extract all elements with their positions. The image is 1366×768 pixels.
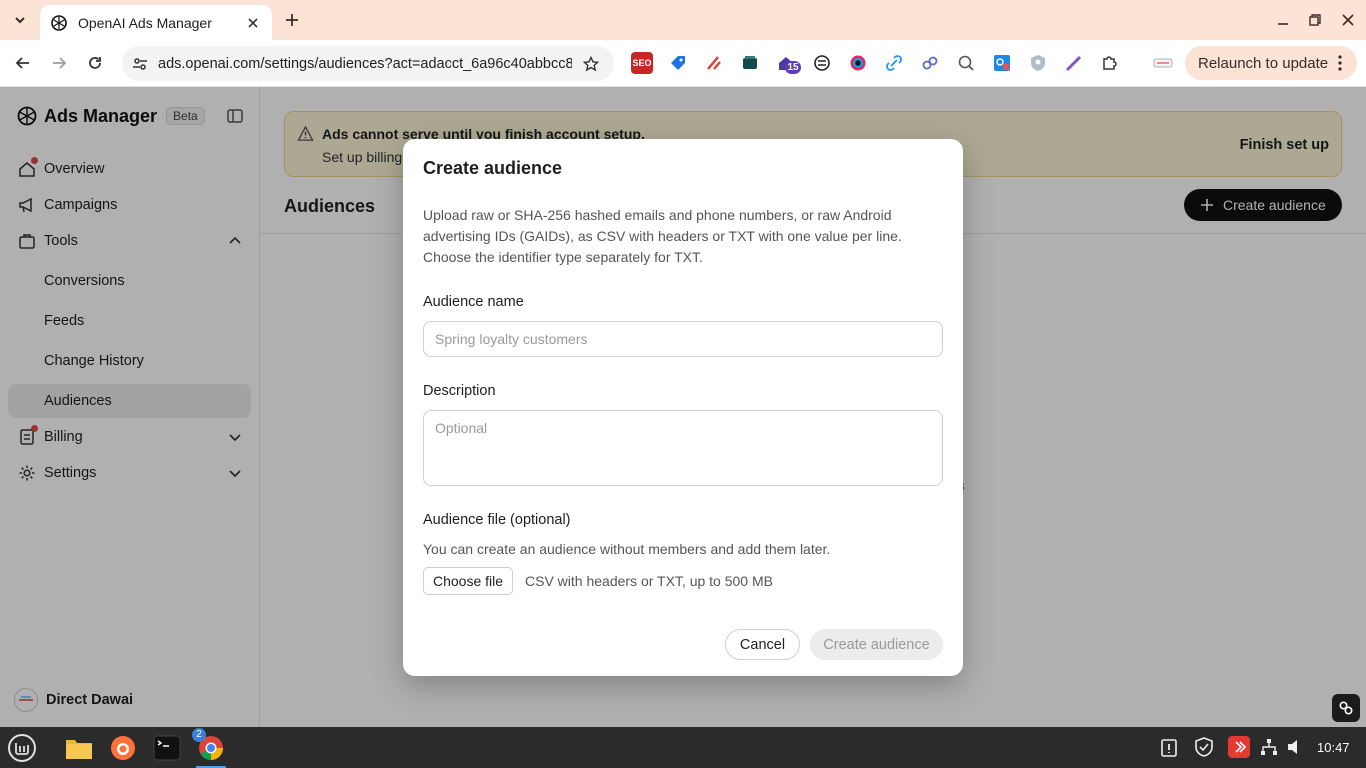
plus-icon — [286, 14, 298, 26]
network-icon[interactable] — [1259, 737, 1279, 757]
audience-file-label: Audience file (optional) — [423, 512, 571, 528]
relaunch-button[interactable]: Relaunch to update — [1185, 46, 1357, 80]
tab-title: OpenAI Ads Manager — [78, 14, 212, 31]
chain-extension-icon[interactable] — [919, 52, 941, 74]
clipboard-icon[interactable] — [1159, 737, 1179, 757]
address-bar[interactable]: ads.openai.com/settings/audiences?act=ad… — [122, 46, 614, 81]
close-icon[interactable] — [244, 14, 262, 32]
star-icon[interactable] — [580, 53, 602, 75]
new-tab-button[interactable] — [281, 9, 303, 31]
puzzle-icon[interactable] — [1099, 52, 1121, 74]
color-extension-icon[interactable] — [847, 52, 869, 74]
chevron-down-icon — [15, 17, 25, 24]
reload-button[interactable] — [83, 51, 107, 75]
taskbar-terminal[interactable] — [150, 731, 184, 765]
link-extension-icon[interactable] — [883, 52, 905, 74]
seo-extension-icon[interactable]: SEO — [631, 52, 653, 74]
close-icon — [1342, 14, 1354, 26]
description-label: Description — [423, 383, 496, 399]
forward-icon — [53, 57, 67, 69]
extension-badge: 15 — [785, 61, 801, 74]
taskbar-chrome[interactable]: 2 — [192, 728, 228, 768]
audience-name-label: Audience name — [423, 294, 524, 310]
terminal-icon — [153, 735, 181, 761]
browser-toolbar: ads.openai.com/settings/audiences?act=ad… — [0, 40, 1366, 87]
file-constraints-note: CSV with headers or TXT, up to 500 MB — [525, 573, 773, 589]
more-vert-icon[interactable] — [1331, 54, 1349, 72]
mint-logo-icon — [8, 734, 36, 762]
relaunch-label: Relaunch to update — [1198, 54, 1329, 72]
pen-extension-icon[interactable] — [1063, 52, 1085, 74]
tag-extension-icon[interactable] — [667, 52, 689, 74]
openai-extension-icon[interactable] — [811, 52, 833, 74]
volume-icon[interactable] — [1285, 737, 1305, 757]
taskbar-firefox[interactable] — [106, 731, 140, 765]
site-settings-icon[interactable] — [130, 54, 150, 74]
folder-icon — [66, 740, 92, 759]
audience-file-help: You can create an audience without membe… — [423, 541, 831, 557]
dialog-title: Create audience — [423, 158, 563, 178]
tab-search-button[interactable] — [6, 7, 34, 33]
restore-button[interactable] — [1305, 10, 1325, 30]
restore-icon — [1309, 14, 1321, 26]
link-icon[interactable] — [1332, 694, 1360, 722]
home-extension-icon[interactable]: 15 — [775, 52, 801, 74]
search-extension-icon[interactable] — [955, 52, 977, 74]
translate-extension-icon[interactable] — [991, 52, 1013, 74]
minimize-icon — [1278, 23, 1288, 25]
wallet-extension-icon[interactable] — [739, 52, 761, 74]
anydesk-icon[interactable] — [1228, 736, 1250, 758]
back-icon — [15, 57, 29, 69]
tools-extension-icon[interactable] — [703, 52, 725, 74]
url-text: ads.openai.com/settings/audiences?act=ad… — [158, 55, 572, 72]
start-menu-button[interactable] — [5, 731, 39, 765]
choose-file-button[interactable]: Choose file — [423, 567, 513, 595]
browser-tab[interactable]: OpenAI Ads Manager — [40, 5, 272, 40]
taskbar: 2 10:47 — [0, 727, 1366, 768]
profile-avatar-icon[interactable] — [1152, 52, 1174, 74]
back-button[interactable] — [11, 51, 35, 75]
close-window-button[interactable] — [1338, 10, 1358, 30]
shield-extension-icon[interactable] — [1027, 52, 1049, 74]
audience-name-input[interactable] — [423, 321, 943, 357]
forward-button[interactable] — [47, 51, 71, 75]
create-audience-dialog: Create audience Upload raw or SHA-256 ha… — [403, 139, 963, 676]
openai-logo-icon — [50, 14, 68, 32]
reload-icon — [89, 57, 101, 69]
dialog-description: Upload raw or SHA-256 hashed emails and … — [423, 207, 902, 265]
create-audience-submit-button[interactable]: Create audience — [810, 629, 943, 660]
window-count-badge: 2 — [192, 728, 206, 742]
clock[interactable]: 10:47 — [1317, 740, 1350, 755]
description-field[interactable] — [423, 410, 943, 486]
taskbar-files[interactable] — [62, 731, 96, 765]
tab-strip: OpenAI Ads Manager — [0, 0, 1366, 40]
minimize-button[interactable] — [1273, 10, 1293, 30]
shield-icon[interactable] — [1194, 737, 1214, 757]
firefox-icon — [111, 736, 135, 760]
cancel-button[interactable]: Cancel — [725, 629, 800, 660]
